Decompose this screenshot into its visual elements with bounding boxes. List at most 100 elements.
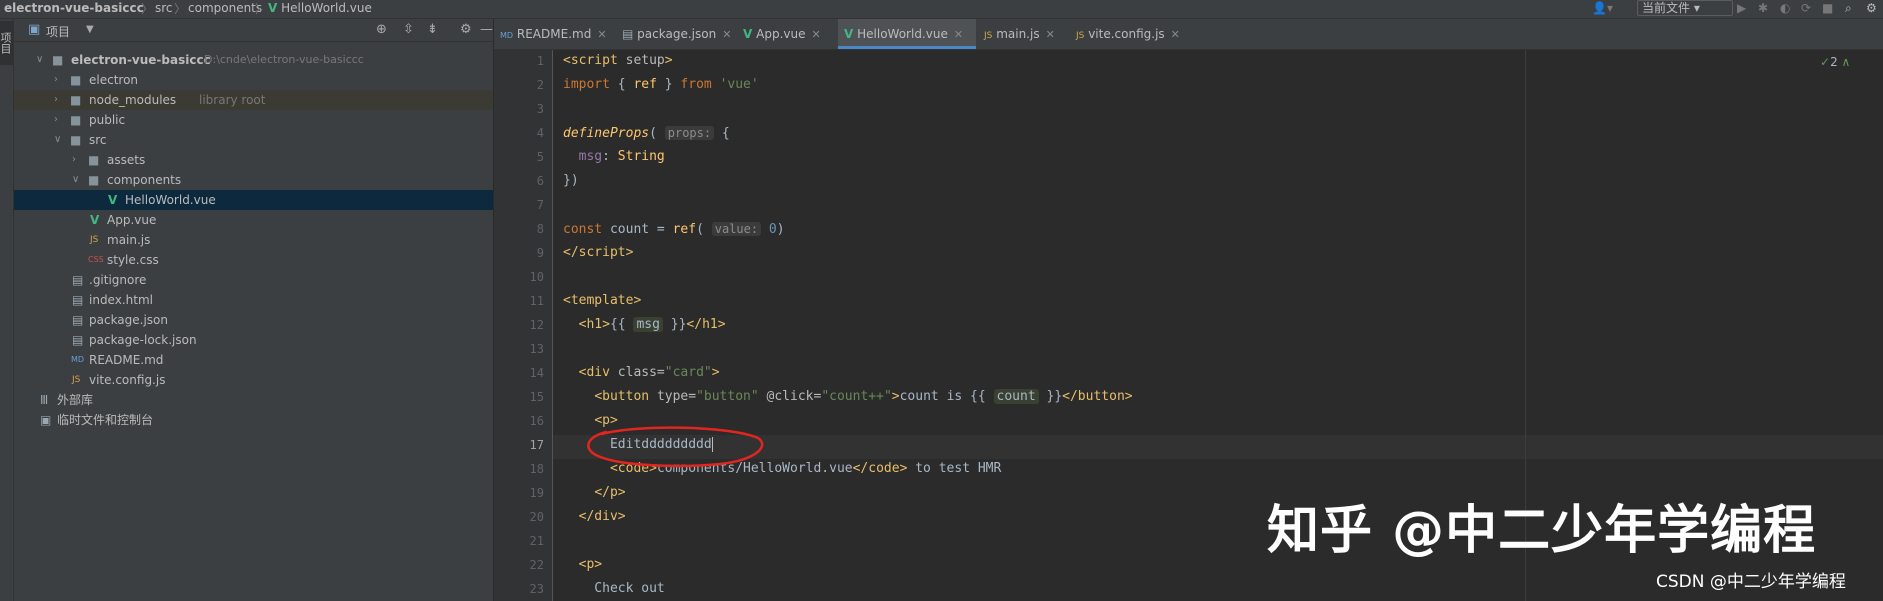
- text-file-icon: ▤: [72, 273, 84, 287]
- tree-item-app-vue[interactable]: V App.vue: [14, 210, 493, 230]
- tree-item-label: index.html: [89, 293, 153, 307]
- inspection-widget[interactable]: ✓2 ∧: [1820, 55, 1850, 69]
- vue-file-icon: V: [268, 1, 278, 15]
- project-panel-title[interactable]: 项目: [46, 23, 70, 40]
- line-number: 10: [529, 270, 544, 284]
- tree-item-vite-config[interactable]: JS vite.config.js: [14, 370, 493, 390]
- tab-package-json[interactable]: ▤ package.json ✕: [616, 19, 736, 49]
- editor-tab-bar: MD README.md ✕ ▤ package.json ✕ V App.vue ✕…: [494, 19, 1883, 50]
- tree-item-path: D:\cnde\electron-vue-basiccc: [204, 53, 364, 66]
- tree-item-label: public: [89, 113, 126, 127]
- close-icon[interactable]: ✕: [1171, 28, 1180, 41]
- tree-item-gitignore[interactable]: ▤ .gitignore: [14, 270, 493, 290]
- tab-label: main.js: [996, 27, 1040, 41]
- profile-icon[interactable]: ⟳: [1801, 1, 1811, 15]
- tab-vite-config[interactable]: JS vite.config.js ✕: [1070, 19, 1188, 49]
- tree-item-label: package-lock.json: [89, 333, 197, 347]
- tree-item-components[interactable]: ∨ ■ components: [14, 170, 493, 190]
- tree-item-label: README.md: [89, 353, 164, 367]
- navigation-bar: electron-vue-basiccc 〉 src 〉 components …: [0, 0, 1883, 19]
- breadcrumb-src[interactable]: src: [155, 1, 173, 15]
- tree-item-node-modules[interactable]: › ■ node_modules library root: [14, 90, 493, 110]
- close-icon[interactable]: ✕: [1046, 28, 1055, 41]
- debug-icon[interactable]: ✱: [1758, 1, 1768, 15]
- chevron-right-icon[interactable]: ›: [54, 70, 58, 90]
- close-icon[interactable]: ✕: [722, 28, 731, 41]
- tree-item-assets[interactable]: › ■ assets: [14, 150, 493, 170]
- breadcrumb-separator: 〉: [174, 2, 187, 16]
- tab-label: vite.config.js: [1088, 27, 1165, 41]
- tree-item-external-libs[interactable]: Ⅲ 外部库: [14, 390, 493, 410]
- parameter-hint: value:: [711, 222, 762, 236]
- line-number: 19: [529, 486, 544, 500]
- tree-item-library-note: library root: [199, 93, 266, 107]
- js-file-icon: JS: [984, 31, 993, 41]
- tree-item-index-html[interactable]: ▤ index.html: [14, 290, 493, 310]
- minimize-icon[interactable]: —: [480, 22, 493, 37]
- tab-readme[interactable]: MD README.md ✕: [494, 19, 615, 49]
- line-number: 4: [536, 126, 544, 140]
- tree-item-electron[interactable]: › ■ electron: [14, 70, 493, 90]
- locate-icon[interactable]: ⊕: [376, 22, 387, 37]
- chevron-down-icon[interactable]: ∨: [72, 170, 79, 190]
- stop-icon[interactable]: ■: [1822, 1, 1833, 15]
- chevron-down-icon[interactable]: ∨: [36, 50, 43, 70]
- line-number: 5: [536, 150, 544, 164]
- tree-item-readme[interactable]: MD README.md: [14, 350, 493, 370]
- expand-all-icon[interactable]: ⇳: [403, 22, 414, 37]
- chevron-right-icon[interactable]: ›: [54, 90, 58, 110]
- chevron-down-icon: ▾: [1693, 1, 1700, 15]
- gear-icon[interactable]: ⚙: [460, 22, 472, 37]
- parameter-hint: props:: [664, 126, 715, 140]
- tree-item-label: electron-vue-basiccc: [71, 53, 211, 67]
- tree-item-scratches[interactable]: ▣ 临时文件和控制台: [14, 410, 493, 430]
- code-line: <div class="card">: [578, 365, 720, 380]
- js-file-icon: JS: [1076, 31, 1085, 41]
- code-line: import { ref } from 'vue': [563, 77, 759, 92]
- tree-item-style-css[interactable]: CSS style.css: [14, 250, 493, 270]
- close-icon[interactable]: ✕: [811, 28, 820, 41]
- tree-item-label: vite.config.js: [89, 373, 166, 387]
- tab-app-vue[interactable]: V App.vue ✕: [737, 19, 837, 49]
- code-line: <script setup>: [563, 53, 673, 68]
- tree-item-main-js[interactable]: JS main.js: [14, 230, 493, 250]
- tree-item-package-json[interactable]: ▤ package.json: [14, 310, 493, 330]
- close-icon[interactable]: ✕: [954, 28, 963, 41]
- tab-label: App.vue: [756, 27, 806, 41]
- search-icon[interactable]: ⌕: [1845, 1, 1852, 16]
- code-line: Check out: [563, 581, 665, 596]
- tree-item-label: style.css: [107, 253, 159, 267]
- tab-helloworld-vue[interactable]: V HelloWorld.vue ✕: [838, 19, 976, 49]
- project-tool-button[interactable]: 项目: [0, 21, 13, 65]
- tree-item-package-lock[interactable]: ▤ package-lock.json: [14, 330, 493, 350]
- chevron-down-icon[interactable]: ▼: [86, 24, 94, 35]
- folder-icon: ■: [70, 93, 82, 107]
- close-icon[interactable]: ✕: [597, 28, 606, 41]
- settings-icon[interactable]: ⚙: [1866, 1, 1877, 15]
- run-config-label: 当前文件: [1642, 1, 1691, 15]
- breadcrumb-project[interactable]: electron-vue-basiccc: [4, 1, 144, 15]
- chevron-right-icon[interactable]: ›: [72, 150, 76, 170]
- breadcrumb-file[interactable]: V HelloWorld.vue: [268, 1, 372, 15]
- coverage-icon[interactable]: ◐: [1780, 1, 1790, 15]
- run-icon[interactable]: ▶: [1737, 1, 1746, 15]
- tree-item-helloworld[interactable]: V HelloWorld.vue: [14, 190, 493, 210]
- user-icon[interactable]: 👤▾: [1592, 1, 1613, 15]
- vue-file-icon: V: [844, 27, 854, 41]
- css-file-icon: CSS: [88, 255, 104, 264]
- tree-item-label: 临时文件和控制台: [57, 413, 154, 427]
- chevron-right-icon[interactable]: ›: [54, 110, 58, 130]
- tab-main-js[interactable]: JS main.js ✕: [978, 19, 1068, 49]
- chevron-down-icon[interactable]: ∨: [54, 130, 61, 150]
- tree-item-root[interactable]: ∨ ■ electron-vue-basiccc D:\cnde\electro…: [14, 50, 493, 70]
- line-number: 22: [529, 558, 544, 572]
- collapse-all-icon[interactable]: ⇟: [427, 22, 438, 37]
- tree-item-src[interactable]: ∨ ■ src: [14, 130, 493, 150]
- tree-item-public[interactable]: › ■ public: [14, 110, 493, 130]
- json-file-icon: ▤: [72, 313, 84, 327]
- run-config-select[interactable]: 当前文件 ▾: [1637, 0, 1733, 16]
- line-number: 6: [536, 174, 544, 188]
- tree-item-label: main.js: [107, 233, 151, 247]
- line-number: 1: [536, 54, 544, 68]
- breadcrumb-components[interactable]: components: [188, 1, 262, 15]
